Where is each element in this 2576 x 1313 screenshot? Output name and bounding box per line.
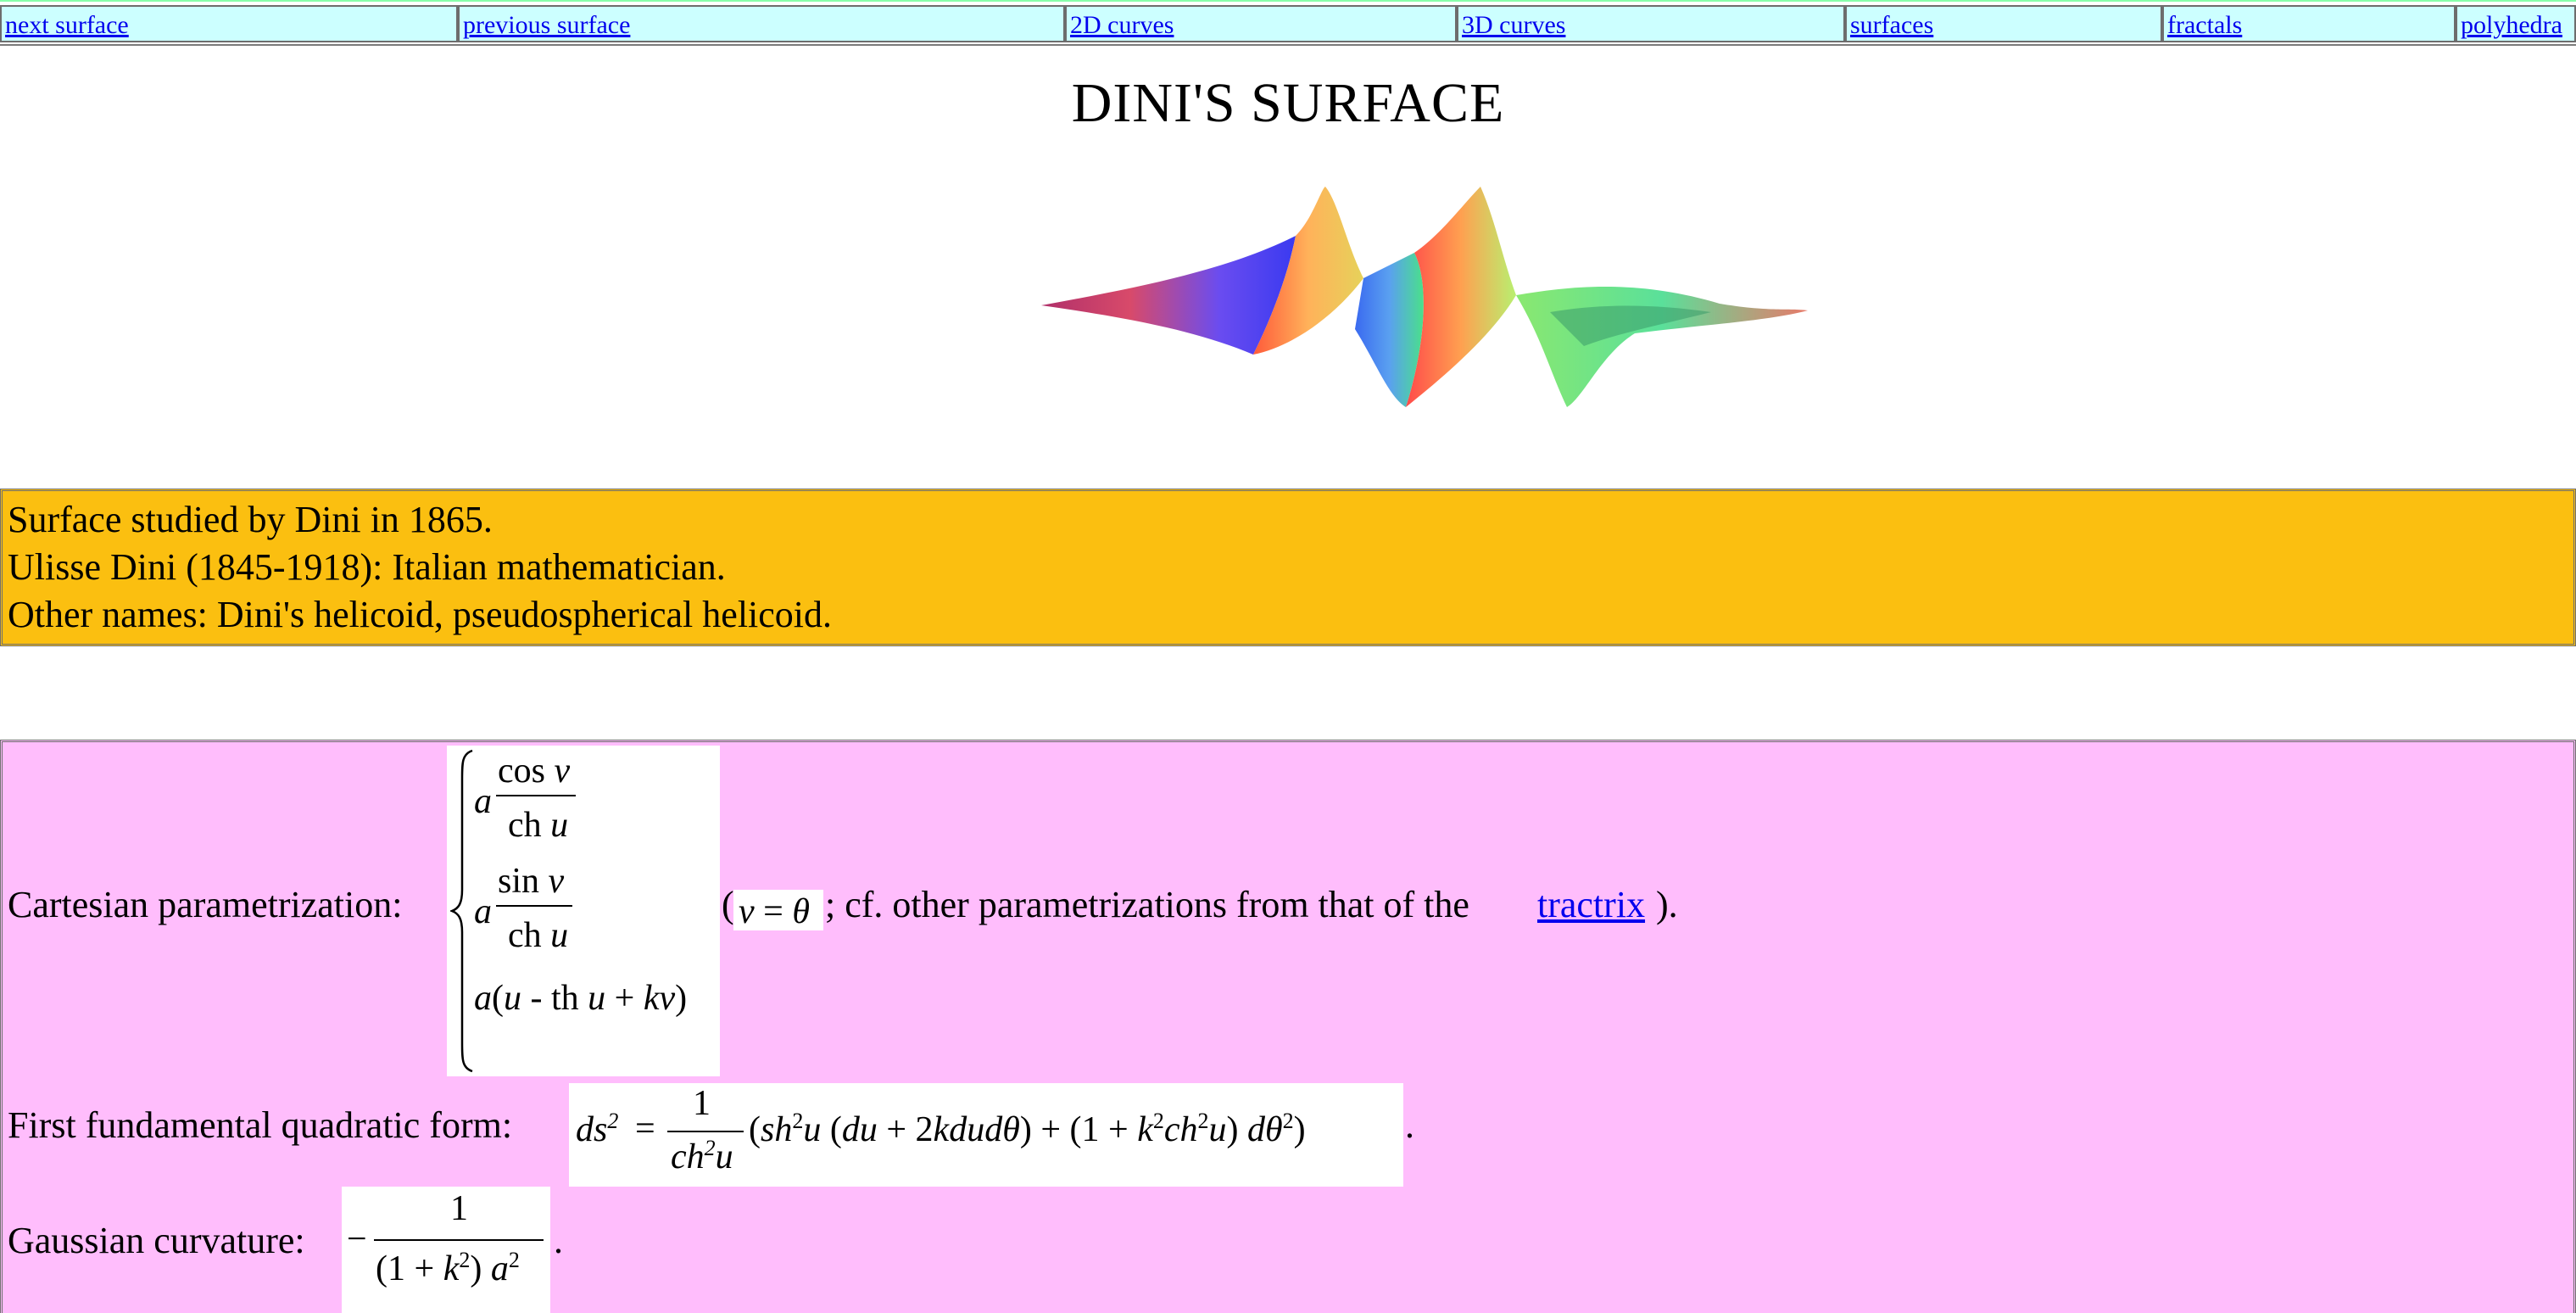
nav-cell-polyhedra: polyhedra bbox=[2456, 5, 2576, 42]
previous-surface-link[interactable]: previous surface bbox=[460, 11, 630, 39]
param-close-paren: ). bbox=[1656, 884, 1678, 925]
gaussian-curvature-period: . bbox=[554, 1220, 563, 1261]
nav-cell-fractals: fractals bbox=[2162, 5, 2456, 42]
first-fundamental-form-formula: ds2 = 1 ch2u (sh2u (du + 2kdudθ) + (1 + … bbox=[569, 1083, 1403, 1187]
parametrization-formula: a cos v ch u a sin v ch u a(u - th u + k… bbox=[447, 746, 720, 1076]
fractals-link[interactable]: fractals bbox=[2164, 11, 2242, 39]
formulas-panel: Cartesian parametrization: a cos v ch u … bbox=[0, 740, 2576, 1313]
nav-cell-surfaces: surfaces bbox=[1845, 5, 2162, 42]
gaussian-curvature-label: Gaussian curvature: bbox=[8, 1220, 305, 1261]
nav-cell-next-surface: next surface bbox=[0, 5, 458, 42]
first-fundamental-form-label: First fundamental quadratic form: bbox=[8, 1104, 513, 1146]
info-line-other-names: Other names: Dini's helicoid, pseudosphe… bbox=[8, 594, 833, 635]
3d-curves-link[interactable]: 3D curves bbox=[1458, 11, 1565, 39]
next-surface-link[interactable]: next surface bbox=[2, 11, 129, 39]
nav-cell-2d-curves: 2D curves bbox=[1065, 5, 1457, 42]
brace-icon bbox=[450, 749, 473, 1073]
dini-surface-image bbox=[1041, 187, 1808, 407]
cartesian-parametrization-label: Cartesian parametrization: bbox=[8, 884, 403, 925]
polyhedra-link[interactable]: polyhedra bbox=[2457, 11, 2562, 39]
info-line-studied: Surface studied by Dini in 1865. bbox=[8, 499, 493, 540]
nav-cell-3d-curves: 3D curves bbox=[1457, 5, 1845, 42]
top-navigation: next surface previous surface 2D curves … bbox=[0, 0, 2576, 46]
param-note: ; cf. other parametrizations from that o… bbox=[825, 884, 1469, 925]
2d-curves-link[interactable]: 2D curves bbox=[1067, 11, 1174, 39]
tractrix-link[interactable]: tractrix bbox=[1537, 883, 1645, 926]
surfaces-link[interactable]: surfaces bbox=[1847, 11, 1933, 39]
page: next surface previous surface 2D curves … bbox=[0, 0, 2576, 1313]
nav-cell-previous-surface: previous surface bbox=[458, 5, 1065, 42]
page-title: DINI'S SURFACE bbox=[1071, 72, 1505, 134]
v-equals-theta-formula: v = θ bbox=[733, 890, 823, 931]
first-fundamental-form-period: . bbox=[1405, 1104, 1414, 1146]
gaussian-curvature-formula: − 1 (1 + k2) a2 bbox=[342, 1187, 550, 1313]
info-line-biography: Ulisse Dini (1845-1918): Italian mathema… bbox=[8, 546, 726, 588]
info-panel: Surface studied by Dini in 1865. Ulisse … bbox=[0, 489, 2576, 646]
param-open-paren: ( bbox=[722, 884, 734, 925]
